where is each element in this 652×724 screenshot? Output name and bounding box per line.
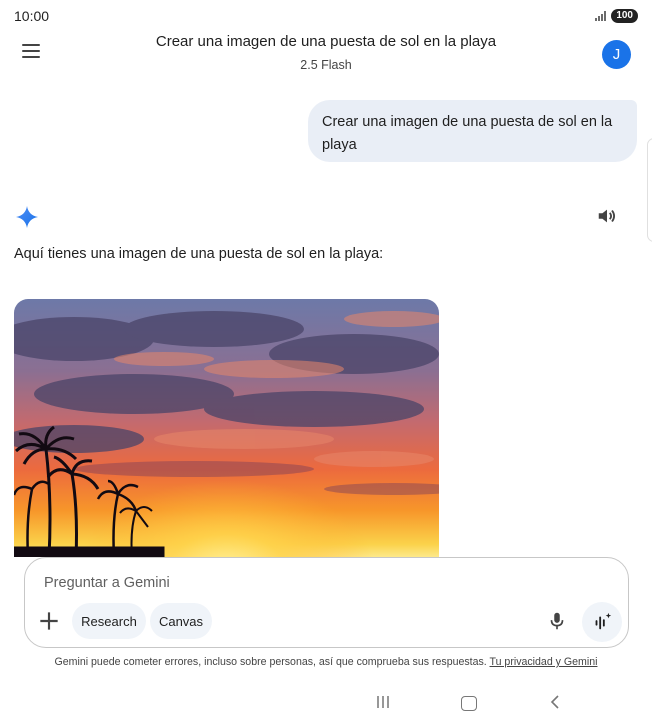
canvas-chip[interactable]: Canvas: [150, 603, 212, 639]
research-chip[interactable]: Research: [72, 603, 146, 639]
generated-sunset-image[interactable]: [14, 299, 439, 557]
user-message-bubble: Crear una imagen de una puesta de sol en…: [308, 100, 637, 162]
microphone-icon[interactable]: [546, 610, 568, 632]
live-audio-icon: [595, 612, 612, 630]
prompt-input[interactable]: Preguntar a Gemini: [44, 575, 170, 591]
avatar[interactable]: J: [602, 40, 631, 69]
battery-indicator: 100: [611, 9, 638, 23]
home-nav-icon[interactable]: [461, 696, 477, 711]
status-icons: 100: [595, 9, 638, 23]
disclaimer-text: Gemini puede cometer errores, incluso so…: [54, 656, 487, 668]
gemini-spark-icon: [15, 205, 39, 229]
response-text: Aquí tienes una imagen de una puesta de …: [14, 246, 384, 262]
speaker-icon[interactable]: [596, 205, 618, 227]
signal-icon: [595, 11, 607, 21]
status-time: 10:00: [14, 8, 50, 24]
live-audio-button[interactable]: [582, 602, 622, 642]
plus-icon[interactable]: [36, 608, 62, 634]
chat-title: Crear una imagen de una puesta de sol en…: [155, 33, 497, 50]
side-panel-edge: [647, 138, 652, 242]
privacy-link[interactable]: Tu privacidad y Gemini: [490, 656, 598, 668]
disclaimer: Gemini puede cometer errores, incluso so…: [0, 656, 652, 668]
recents-nav-icon[interactable]: [375, 695, 391, 709]
model-selector[interactable]: 2.5 Flash: [0, 58, 652, 72]
back-nav-icon[interactable]: [548, 694, 562, 710]
